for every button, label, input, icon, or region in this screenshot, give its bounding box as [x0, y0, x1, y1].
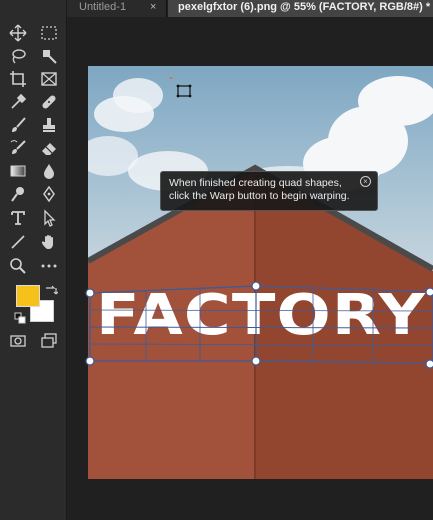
type-icon[interactable] — [6, 207, 30, 229]
marquee-icon[interactable] — [37, 22, 61, 44]
line-icon[interactable] — [6, 231, 30, 253]
hand-icon[interactable] — [37, 231, 61, 253]
tab-pexelgfxtor[interactable]: pexelgfxtor (6).png @ 55% (FACTORY, RGB/… — [168, 0, 433, 17]
toolbar — [0, 0, 67, 520]
eyedropper-icon[interactable] — [6, 91, 30, 113]
frame-icon[interactable] — [37, 68, 61, 90]
crop-icon[interactable] — [6, 68, 30, 90]
stamp-icon[interactable] — [37, 114, 61, 136]
healing-icon[interactable] — [37, 91, 61, 113]
default-colors-icon[interactable] — [14, 312, 28, 326]
pen-icon[interactable] — [37, 183, 61, 205]
eraser-icon[interactable] — [37, 137, 61, 159]
swap-colors-icon[interactable] — [44, 284, 59, 298]
close-icon[interactable]: × — [360, 176, 371, 187]
zoom-icon[interactable] — [6, 255, 30, 277]
history-brush-icon[interactable] — [6, 137, 30, 159]
lasso-icon[interactable] — [6, 45, 30, 67]
photoshop-window: Untitled-1 × pexelgfxtor (6).png @ 55% (… — [0, 0, 433, 520]
dodge-icon[interactable] — [6, 183, 30, 205]
foreground-color-swatch[interactable] — [16, 285, 40, 307]
quick-select-icon[interactable] — [37, 45, 61, 67]
path-select-icon[interactable] — [37, 207, 61, 229]
warp-hint-tooltip: When finished creating quad shapes, clic… — [160, 171, 378, 211]
document-tabs: Untitled-1 × pexelgfxtor (6).png @ 55% (… — [67, 0, 433, 17]
document-canvas[interactable]: FACTORY — [88, 66, 433, 479]
brush-icon[interactable] — [6, 114, 30, 136]
quick-mask-icon[interactable] — [6, 330, 30, 352]
tooltip-line: click the Warp button to begin warping. — [169, 190, 350, 202]
warp-quad-grid — [89, 285, 433, 364]
close-tab-icon[interactable]: × — [150, 0, 156, 15]
more-icon[interactable] — [37, 255, 61, 277]
gradient-icon[interactable] — [6, 160, 30, 182]
screen-mode-icon[interactable] — [37, 330, 61, 352]
move-icon[interactable] — [6, 22, 30, 44]
tab-label: Untitled-1 — [79, 1, 127, 13]
tooltip-line: When finished creating quad shapes, — [169, 177, 342, 189]
tab-label: pexelgfxtor (6).png @ 55% (FACTORY, RGB/… — [178, 1, 431, 13]
blur-icon[interactable] — [37, 160, 61, 182]
